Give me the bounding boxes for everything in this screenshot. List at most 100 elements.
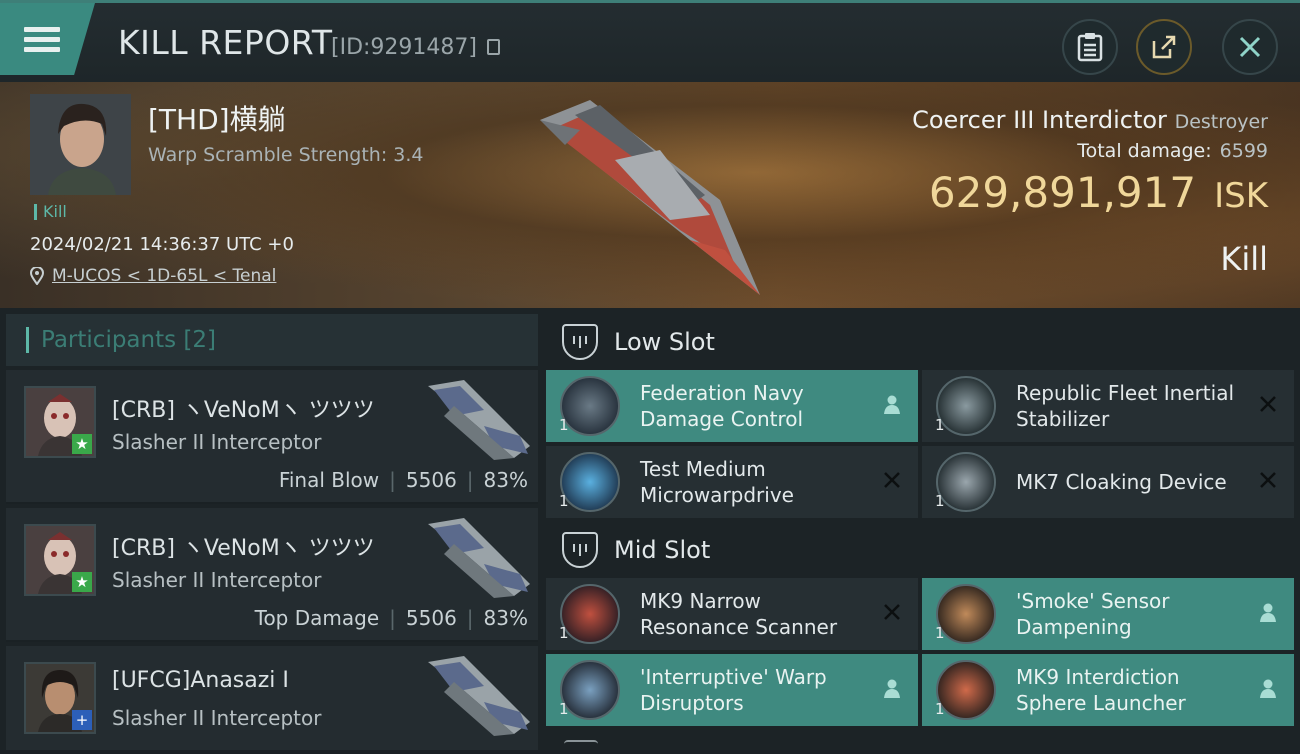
cloaking-device-icon: [936, 452, 996, 512]
star-icon: ★: [72, 572, 92, 592]
location-text: M-UCOS < 1D-65L < Tenal: [52, 266, 277, 286]
participants-panel: Participants [2] ★ [CRB] ヽVeNoMヽ ツツツ Sla…: [0, 308, 540, 750]
participant-stats: Top Damage | 5506 | 83%: [254, 606, 528, 630]
module-item[interactable]: 1 MK9 Narrow Resonance Scanner: [546, 578, 918, 650]
person-icon: [880, 676, 904, 700]
star-icon: ★: [72, 434, 92, 454]
scanner-icon: [560, 584, 620, 644]
module-name: 'Interruptive' Warp Disruptors: [640, 665, 827, 715]
next-slot-header-partial: [544, 734, 1300, 750]
x-icon: [1256, 392, 1280, 416]
result-label: Kill: [1220, 240, 1268, 278]
ship-name-text: Coercer III Interdictor: [912, 106, 1167, 134]
total-damage-value: 6599: [1219, 140, 1268, 162]
clipboard-button[interactable]: [1062, 19, 1118, 75]
participant-ship: Slasher II Interceptor: [112, 706, 322, 730]
participant-stats: Final Blow | 5506 | 83%: [278, 468, 528, 492]
participant-ship: Slasher II Interceptor: [112, 430, 322, 454]
participant-name: [UFCG]Anasazi I: [112, 668, 289, 693]
module-quantity: 1: [935, 700, 945, 718]
victim-name[interactable]: [THD]横躺: [148, 98, 286, 138]
participant-role: Final Blow: [278, 468, 380, 492]
module-name: MK9 Narrow Resonance Scanner: [640, 589, 838, 639]
victim-summary: [THD]横躺 Warp Scramble Strength: 3.4 Kill…: [0, 82, 1300, 308]
participant-damage: 5506: [405, 468, 457, 492]
close-icon: [1239, 36, 1261, 58]
module-name: MK9 Interdiction Sphere Launcher: [1016, 665, 1186, 715]
module-item[interactable]: 1 'Interruptive' Warp Disruptors: [546, 654, 918, 726]
mid-slot-label: Mid Slot: [614, 536, 711, 564]
participant-ship-image: [428, 380, 530, 460]
module-item[interactable]: 1 'Smoke' Sensor Dampening: [922, 578, 1294, 650]
participants-title: Participants [2]: [41, 327, 216, 353]
module-quantity: 1: [935, 492, 945, 510]
share-icon: [1152, 35, 1176, 59]
victim-ship-name[interactable]: Coercer III Interdictor Destroyer: [912, 106, 1268, 134]
participant-ship: Slasher II Interceptor: [112, 568, 322, 592]
sphere-launcher-icon: [936, 660, 996, 720]
module-name: Republic Fleet Inertial Stabilizer: [1016, 381, 1235, 431]
participant-avatar[interactable]: ★: [24, 386, 96, 458]
module-name: MK7 Cloaking Device: [1016, 470, 1227, 494]
x-icon: [880, 600, 904, 624]
copy-icon[interactable]: [487, 39, 500, 55]
page-title: KILL REPORT: [118, 23, 333, 62]
module-quantity: 1: [559, 700, 569, 718]
participant-row[interactable]: + [UFCG]Anasazi I Slasher II Interceptor: [6, 646, 538, 750]
report-id: [ID:9291487]: [331, 35, 477, 60]
close-button[interactable]: [1222, 19, 1278, 75]
person-icon: [1256, 600, 1280, 624]
victim-ship-image[interactable]: [520, 90, 770, 305]
location-link[interactable]: M-UCOS < 1D-65L < Tenal: [30, 266, 276, 286]
participant-damage: 5506: [405, 606, 457, 630]
participant-percent: 83%: [483, 606, 528, 630]
warp-disruptor-icon: [560, 660, 620, 720]
x-icon: [1256, 468, 1280, 492]
module-item[interactable]: 1 MK7 Cloaking Device: [922, 446, 1294, 518]
module-item[interactable]: 1 Federation Navy Damage Control: [546, 370, 918, 442]
low-slot-label: Low Slot: [614, 328, 715, 356]
damage-control-icon: [560, 376, 620, 436]
module-quantity: 1: [559, 624, 569, 642]
microwarpdrive-icon: [560, 452, 620, 512]
inertial-stabilizer-icon: [936, 376, 996, 436]
mid-slot-header: Mid Slot: [544, 520, 1300, 580]
isk-amount: 629,891,917: [928, 168, 1197, 217]
victim-avatar: [30, 94, 131, 195]
share-button[interactable]: [1136, 19, 1192, 75]
clipboard-icon: [1077, 33, 1103, 62]
sensor-dampener-icon: [936, 584, 996, 644]
x-icon: [880, 468, 904, 492]
fitting-panel: Low Slot 1 Federation Navy Damage Contro…: [540, 308, 1300, 750]
isk-unit: ISK: [1214, 176, 1268, 216]
ship-class: Destroyer: [1174, 111, 1268, 133]
module-name: Test Medium Microwarpdrive: [640, 457, 794, 507]
total-damage: Total damage: 6599: [1077, 140, 1268, 162]
module-quantity: 1: [935, 624, 945, 642]
participant-avatar[interactable]: ★: [24, 524, 96, 596]
participant-row[interactable]: ★ [CRB] ヽVeNoMヽ ツツツ Slasher II Intercept…: [6, 370, 538, 504]
menu-button[interactable]: [0, 3, 95, 75]
module-quantity: 1: [935, 416, 945, 434]
person-icon: [880, 392, 904, 416]
mid-slot-icon: [562, 532, 598, 568]
person-icon: [1256, 676, 1280, 700]
total-damage-label: Total damage:: [1077, 140, 1212, 162]
module-item[interactable]: 1 MK9 Interdiction Sphere Launcher: [922, 654, 1294, 726]
participant-name: [CRB] ヽVeNoMヽ ツツツ: [112, 398, 375, 423]
participant-avatar[interactable]: +: [24, 662, 96, 734]
plus-icon: +: [72, 710, 92, 730]
module-name: 'Smoke' Sensor Dampening: [1016, 589, 1170, 639]
kill-timestamp: 2024/02/21 14:36:37 UTC +0: [30, 234, 294, 255]
module-quantity: 1: [559, 492, 569, 510]
module-name: Federation Navy Damage Control: [640, 381, 804, 431]
warp-scramble-strength: Warp Scramble Strength: 3.4: [148, 144, 424, 166]
location-pin-icon: [30, 267, 44, 285]
participant-ship-image: [428, 656, 530, 736]
module-item[interactable]: 1 Republic Fleet Inertial Stabilizer: [922, 370, 1294, 442]
low-slot-header: Low Slot: [544, 312, 1300, 372]
module-item[interactable]: 1 Test Medium Microwarpdrive: [546, 446, 918, 518]
participant-row[interactable]: ★ [CRB] ヽVeNoMヽ ツツツ Slasher II Intercept…: [6, 508, 538, 642]
hamburger-icon: [24, 22, 60, 57]
participant-name: [CRB] ヽVeNoMヽ ツツツ: [112, 536, 375, 561]
